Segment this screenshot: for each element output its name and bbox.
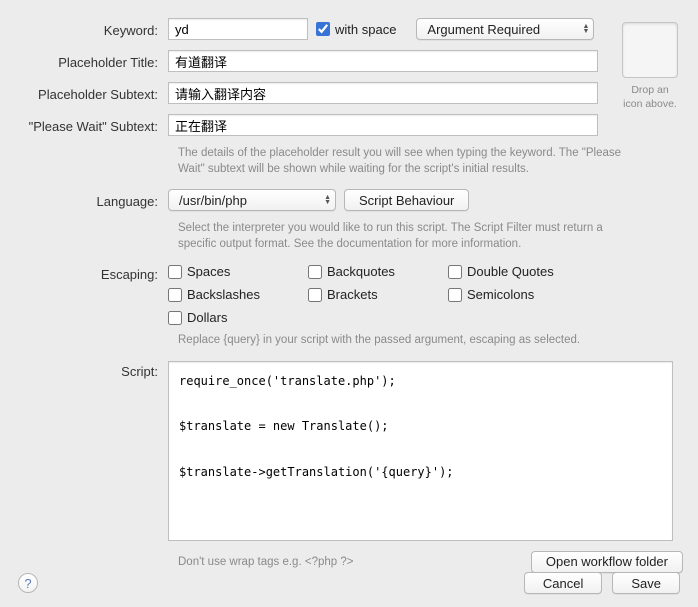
script-behaviour-button[interactable]: Script Behaviour xyxy=(344,189,469,211)
argument-select[interactable]: Argument Required ▲▼ xyxy=(416,18,594,40)
argument-select-value: Argument Required xyxy=(427,22,540,37)
language-hint: Select the interpreter you would like to… xyxy=(178,221,638,252)
language-select[interactable]: /usr/bin/php ▲▼ xyxy=(168,189,336,211)
with-space-checkbox-input[interactable] xyxy=(316,22,330,36)
script-textarea[interactable] xyxy=(168,361,673,541)
updown-icon: ▲▼ xyxy=(324,195,331,205)
icon-drop-well[interactable] xyxy=(622,22,678,78)
language-select-value: /usr/bin/php xyxy=(179,193,247,208)
keyword-input[interactable] xyxy=(168,18,308,40)
escaping-label: Escaping: xyxy=(18,264,168,282)
language-label: Language: xyxy=(18,191,168,209)
icon-drop-caption: Drop an icon above. xyxy=(622,84,678,111)
details-hint: The details of the placeholder result yo… xyxy=(178,146,638,177)
with-space-label: with space xyxy=(335,22,396,37)
escaping-spaces[interactable]: Spaces xyxy=(168,264,288,279)
placeholder-subtext-label: Placeholder Subtext: xyxy=(18,84,168,102)
placeholder-subtext-input[interactable] xyxy=(168,82,598,104)
escaping-semicolons[interactable]: Semicolons xyxy=(448,287,568,302)
keyword-label: Keyword: xyxy=(18,20,168,38)
save-button[interactable]: Save xyxy=(612,572,680,594)
cancel-button[interactable]: Cancel xyxy=(524,572,602,594)
help-icon[interactable]: ? xyxy=(18,573,38,593)
updown-icon: ▲▼ xyxy=(582,24,589,34)
please-wait-subtext-input[interactable] xyxy=(168,114,598,136)
script-label: Script: xyxy=(18,361,168,379)
escaping-dollars[interactable]: Dollars xyxy=(168,310,288,325)
with-space-checkbox[interactable]: with space xyxy=(316,22,396,37)
escaping-backquotes[interactable]: Backquotes xyxy=(308,264,428,279)
placeholder-title-input[interactable] xyxy=(168,50,598,72)
escaping-brackets[interactable]: Brackets xyxy=(308,287,428,302)
please-wait-subtext-label: "Please Wait" Subtext: xyxy=(18,116,168,134)
escaping-double-quotes[interactable]: Double Quotes xyxy=(448,264,588,279)
placeholder-title-label: Placeholder Title: xyxy=(18,52,168,70)
escaping-backslashes[interactable]: Backslashes xyxy=(168,287,288,302)
escaping-hint: Replace {query} in your script with the … xyxy=(178,333,638,349)
